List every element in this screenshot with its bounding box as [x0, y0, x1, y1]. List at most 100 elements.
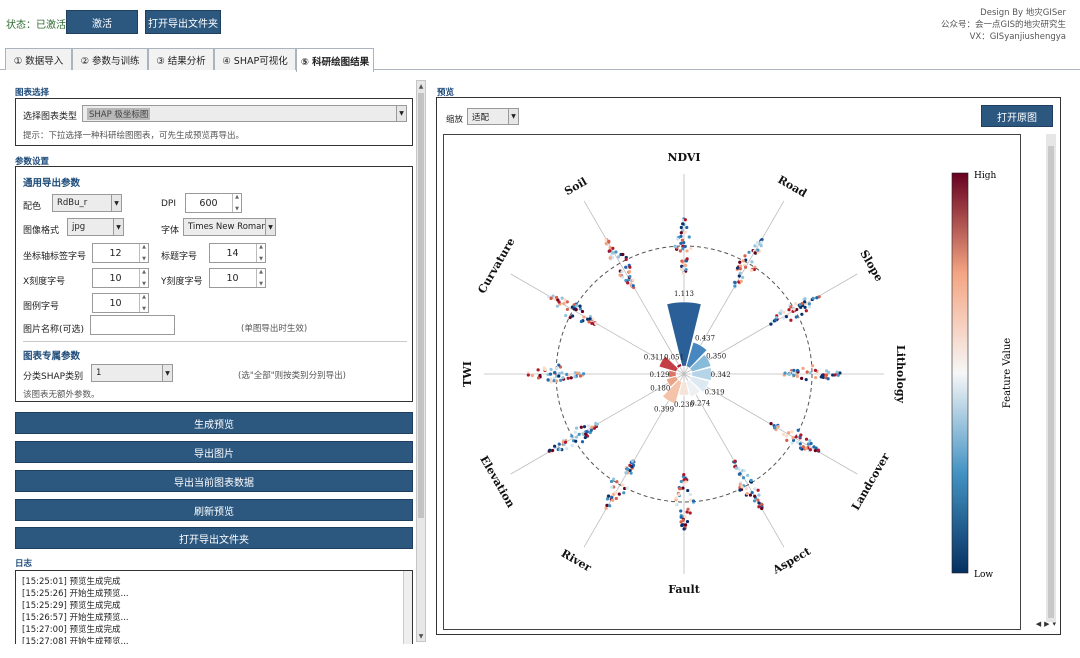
shap-point	[625, 486, 629, 490]
shap-point	[611, 477, 616, 481]
spin-arrows-icon[interactable]: ▲ ▼	[256, 269, 265, 287]
spin-arrows-icon[interactable]: ▲ ▼	[139, 269, 148, 287]
shap-point	[733, 284, 737, 288]
open-export-folder-button[interactable]: 打开导出文件夹	[145, 10, 221, 34]
shap-point	[836, 373, 840, 377]
shap-point	[553, 370, 557, 375]
shap-point	[760, 506, 764, 511]
image-format-label: 图像格式	[23, 226, 60, 236]
shap-point	[688, 498, 693, 502]
axis-label-size-spinbox[interactable]: 12 ▲ ▼	[92, 243, 149, 263]
shap-point	[617, 255, 621, 259]
shap-point	[805, 370, 809, 374]
log-box[interactable]: [15:25:01] 预览生成完成 [15:25:26] 开始生成预览... […	[15, 570, 413, 644]
tab-result-analysis[interactable]: ③ 结果分析	[148, 48, 214, 70]
shap-point	[557, 374, 561, 378]
shap-point	[620, 270, 624, 274]
shap-point	[573, 430, 577, 434]
log-line: [15:25:01] 预览生成完成	[22, 577, 121, 587]
shap-point	[787, 372, 791, 377]
log-line: [15:26:57] 开始生成预览...	[22, 613, 129, 623]
export-chart-data-button[interactable]: 导出当前图表数据	[15, 470, 413, 492]
ytick-size-spinbox[interactable]: 10 ▲ ▼	[209, 268, 266, 288]
shap-point	[610, 495, 614, 499]
xtick-size-spinbox[interactable]: 10 ▲ ▼	[92, 268, 149, 288]
shap-point	[798, 446, 803, 450]
shap-point	[624, 265, 628, 269]
open-export-folder-bottom-button[interactable]: 打开导出文件夹	[15, 527, 413, 549]
shap-point	[560, 296, 564, 300]
shap-point	[679, 231, 683, 235]
shap-point	[804, 437, 809, 441]
log-line: [15:27:00] 预览生成完成	[22, 625, 121, 635]
left-panel-scrollbar[interactable]: ▲ ▼	[416, 80, 426, 642]
log-title: 日志	[15, 559, 33, 569]
shap-point	[685, 249, 689, 253]
shap-point	[561, 376, 565, 380]
shap-point	[734, 466, 738, 470]
shap-point	[565, 372, 569, 376]
shap-point	[679, 241, 683, 245]
shap-point	[759, 240, 764, 244]
spin-arrows-icon[interactable]: ▲ ▼	[232, 194, 241, 212]
shap-point	[679, 225, 683, 230]
chevron-down-icon: ▼	[265, 219, 275, 235]
shap-point	[737, 472, 741, 476]
shap-class-select[interactable]: 1 ▼	[91, 364, 173, 382]
shap-point	[580, 309, 585, 314]
generate-preview-button[interactable]: 生成预览	[15, 412, 413, 434]
tab-shap-visualization[interactable]: ④ SHAP可视化	[214, 48, 296, 70]
scrollbar-thumb[interactable]	[1048, 146, 1054, 618]
scroll-end-icon[interactable]: ▾	[1052, 620, 1056, 630]
shap-point	[755, 241, 759, 245]
preview-scroll-nav[interactable]: ◀ ▶ ▾	[1020, 620, 1056, 630]
spin-arrows-icon[interactable]: ▲ ▼	[139, 294, 148, 312]
shap-point	[681, 247, 685, 251]
activate-button[interactable]: 激活	[66, 10, 138, 34]
refresh-preview-button[interactable]: 刷新预览	[15, 499, 413, 521]
font-select[interactable]: Times New Roman ▼	[183, 218, 276, 236]
image-format-value: jpg	[72, 222, 86, 232]
shap-point	[611, 251, 615, 255]
log-scrollbar[interactable]	[403, 571, 412, 644]
shap-point	[808, 439, 812, 443]
shap-point	[756, 488, 760, 492]
colormap-select[interactable]: RdBu_r ▼	[52, 194, 122, 212]
legend-size-spinbox[interactable]: 10 ▲ ▼	[92, 293, 149, 313]
shap-point	[798, 442, 802, 446]
colorbar-low-label: Low	[974, 570, 993, 580]
shap-point	[681, 518, 685, 522]
dpi-spinbox[interactable]: 600 ▲ ▼	[185, 193, 242, 213]
image-format-select[interactable]: jpg ▼	[67, 218, 124, 236]
shap-point	[757, 505, 761, 509]
shap-point	[806, 442, 811, 446]
scroll-left-icon[interactable]: ◀	[1036, 620, 1041, 630]
tab-data-import[interactable]: ① 数据导入	[5, 48, 72, 70]
scrollbar-thumb[interactable]	[418, 93, 424, 518]
spin-arrows-icon[interactable]: ▲ ▼	[139, 244, 148, 262]
shap-point	[549, 296, 553, 300]
shap-point	[680, 259, 684, 263]
zoom-select[interactable]: 适配 ▼	[467, 108, 519, 125]
shap-point	[756, 498, 760, 502]
shap-point	[809, 441, 813, 446]
preview-vertical-scrollbar[interactable]	[1046, 134, 1056, 622]
open-original-image-button[interactable]: 打开原图	[981, 105, 1053, 127]
scroll-down-icon[interactable]: ▼	[417, 631, 425, 641]
shap-point	[574, 439, 578, 443]
shap-point	[683, 218, 687, 222]
scroll-right-icon[interactable]: ▶	[1044, 620, 1049, 630]
chart-type-select[interactable]: SHAP 极坐标图 ▼	[82, 105, 407, 122]
scroll-up-icon[interactable]: ▲	[417, 81, 425, 91]
filename-input[interactable]	[90, 315, 175, 335]
category-label: Curvature	[475, 236, 517, 296]
shap-point	[610, 485, 614, 489]
shap-point	[740, 485, 744, 489]
spin-arrows-icon[interactable]: ▲ ▼	[256, 244, 265, 262]
shap-class-value: 1	[96, 368, 102, 378]
title-size-spinbox[interactable]: 14 ▲ ▼	[209, 243, 266, 263]
tab-params-training[interactable]: ② 参数与训练	[72, 48, 148, 70]
tab-research-plot-results[interactable]: ⑤ 科研绘图结果	[296, 48, 374, 72]
shap-point	[779, 309, 783, 313]
export-image-button[interactable]: 导出图片	[15, 441, 413, 463]
